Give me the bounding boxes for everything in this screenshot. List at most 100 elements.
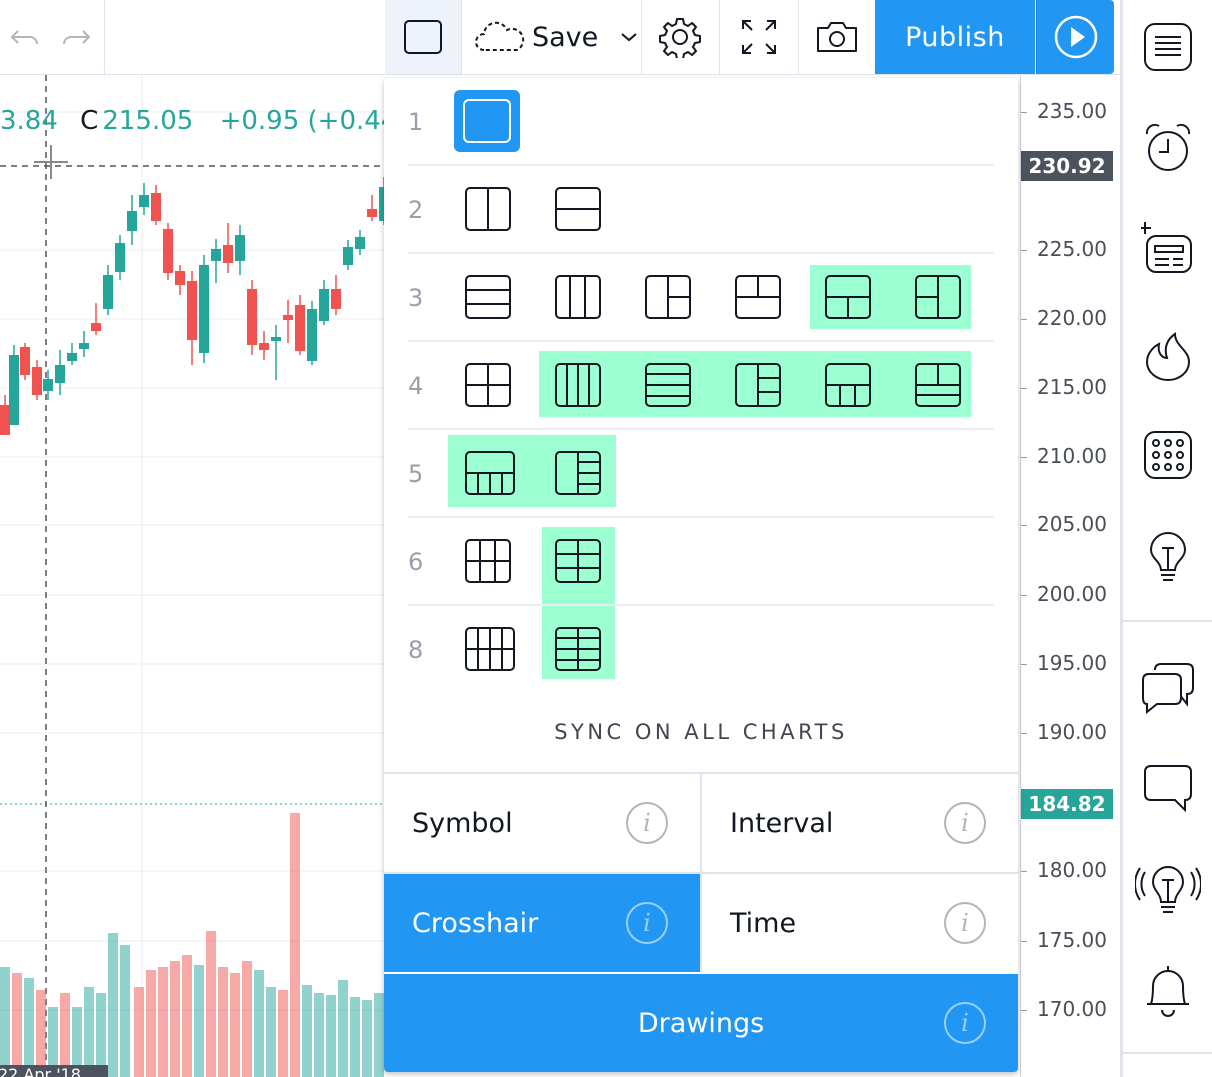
candlesticks — [0, 177, 389, 435]
layout-3-right-split-icon[interactable] — [914, 274, 962, 320]
publish-dropdown-button[interactable] — [1036, 0, 1114, 74]
layout-5-left-main-icon[interactable] — [554, 450, 602, 496]
layout-6-grid-icon[interactable] — [464, 538, 512, 584]
price-axis[interactable]: 235.00 225.00 220.00 215.00 210.00 205.0… — [1020, 75, 1121, 1077]
layout-dropdown: 1 2 3 4 5 6 8 SYNC ON ALL CHARTS Symbol — [384, 78, 1018, 1072]
info-icon[interactable]: i — [944, 802, 986, 844]
candle-body — [103, 275, 113, 309]
layout-3-left-split-icon[interactable] — [644, 274, 692, 320]
sidebar-alerts[interactable] — [1141, 122, 1195, 176]
layout-2-vertical-icon[interactable] — [464, 186, 512, 232]
sync-crosshair-option[interactable]: Crosshair i — [384, 874, 700, 972]
info-icon[interactable]: i — [944, 902, 986, 944]
layout-3-rows-icon[interactable] — [464, 274, 512, 320]
redo-button[interactable] — [50, 0, 102, 74]
price-tick: 225.00 — [1037, 237, 1107, 261]
layout-4-left-main-icon[interactable] — [734, 362, 782, 408]
layout-single-icon — [463, 99, 511, 143]
layout-button[interactable] — [385, 0, 461, 74]
layout-3-columns-icon[interactable] — [554, 274, 602, 320]
candle-body — [187, 281, 197, 340]
layout-5-top-main-icon[interactable] — [464, 450, 516, 496]
layout-row-label: 3 — [408, 284, 424, 312]
layout-4-top-split-icon[interactable] — [914, 362, 962, 408]
alarm-clock-icon — [1145, 123, 1191, 171]
price-tick: 190.00 — [1037, 720, 1107, 744]
layout-3-bottom-split-icon[interactable] — [824, 274, 872, 320]
sync-time-label: Time — [730, 907, 797, 939]
candle-body — [163, 229, 173, 273]
sync-symbol-option[interactable]: Symbol i — [384, 774, 700, 872]
candle-body — [355, 237, 365, 249]
sync-drawings-option[interactable]: Drawings i — [384, 974, 1018, 1072]
price-tick: 195.00 — [1037, 651, 1107, 675]
layout-3-top-split-icon[interactable] — [734, 274, 782, 320]
info-icon[interactable]: i — [626, 902, 668, 944]
chevron-down-icon[interactable] — [620, 31, 638, 43]
hotlist-icon — [1145, 332, 1191, 381]
layout-4-columns-icon[interactable] — [554, 362, 602, 408]
time-axis-label: 22 Apr '18 — [0, 1065, 108, 1077]
data-window-icon — [1139, 222, 1192, 273]
volume-bar — [278, 990, 288, 1077]
sidebar-ideas-stream[interactable] — [1133, 862, 1203, 916]
sidebar-data-window[interactable] — [1139, 222, 1195, 276]
candle-body — [367, 209, 377, 217]
volume-bar — [170, 961, 180, 1077]
sync-time-option[interactable]: Time i — [702, 874, 1018, 972]
save-button[interactable]: Save — [462, 0, 640, 74]
volume-bar — [0, 967, 10, 1077]
candle-body — [199, 265, 209, 353]
volume-bar — [84, 987, 94, 1077]
sidebar-chat[interactable] — [1141, 762, 1195, 816]
sidebar-hotlists[interactable] — [1141, 328, 1195, 382]
layout-2-horizontal-icon[interactable] — [554, 186, 602, 232]
sidebar-notifications[interactable] — [1141, 962, 1195, 1017]
camera-icon — [817, 22, 857, 52]
info-icon[interactable]: i — [626, 802, 668, 844]
layout-8-grid-icon[interactable] — [464, 626, 516, 672]
layout-4-top-main-icon[interactable] — [824, 362, 872, 408]
watchlist-icon — [1144, 23, 1192, 71]
volume-bar — [182, 955, 192, 1077]
price-tick: 175.00 — [1037, 928, 1107, 952]
candle-body — [151, 193, 161, 221]
sidebar-watchlist[interactable] — [1141, 20, 1195, 74]
candle-body — [211, 249, 221, 261]
candle-body — [20, 347, 30, 375]
sidebar-chats[interactable] — [1141, 660, 1195, 715]
volume-bar — [314, 993, 324, 1077]
undo-button[interactable] — [0, 0, 50, 74]
sync-interval-option[interactable]: Interval i — [702, 774, 1018, 872]
sidebar-ideas[interactable] — [1141, 530, 1195, 584]
ohlc-legend: 3.84 C 215.05 +0.95 (+0.44% — [0, 106, 422, 136]
sidebar-calendar[interactable] — [1141, 426, 1195, 480]
layout-4-grid-icon[interactable] — [464, 362, 512, 408]
price-tick: 220.00 — [1037, 306, 1107, 330]
settings-button[interactable] — [642, 0, 718, 74]
volume-bar — [362, 1000, 372, 1077]
volume-bar — [266, 987, 276, 1077]
snapshot-button[interactable] — [799, 0, 875, 74]
layout-8-rows-icon[interactable] — [554, 626, 602, 672]
layout-6-rows-icon[interactable] — [554, 538, 602, 584]
volume-bar — [374, 993, 384, 1077]
candle-body — [295, 305, 305, 351]
candle-body — [223, 245, 233, 263]
crosshair-cursor — [34, 145, 68, 179]
publish-button[interactable]: Publish — [875, 0, 1035, 74]
candle-body — [307, 309, 317, 361]
fullscreen-button[interactable] — [720, 0, 798, 74]
gear-icon — [659, 18, 701, 58]
layout-1-option-selected[interactable] — [454, 90, 520, 152]
calendar-icon — [1144, 431, 1192, 479]
volume-bar — [134, 987, 144, 1077]
layout-4-rows-icon[interactable] — [644, 362, 692, 408]
legend-close-label: C — [80, 106, 99, 136]
volume-bar — [24, 978, 34, 1077]
layout-row-label: 8 — [408, 636, 424, 664]
volume-bar — [350, 997, 360, 1077]
candle-body — [67, 353, 77, 361]
volume-bar — [194, 965, 204, 1077]
info-icon[interactable]: i — [944, 1002, 986, 1044]
